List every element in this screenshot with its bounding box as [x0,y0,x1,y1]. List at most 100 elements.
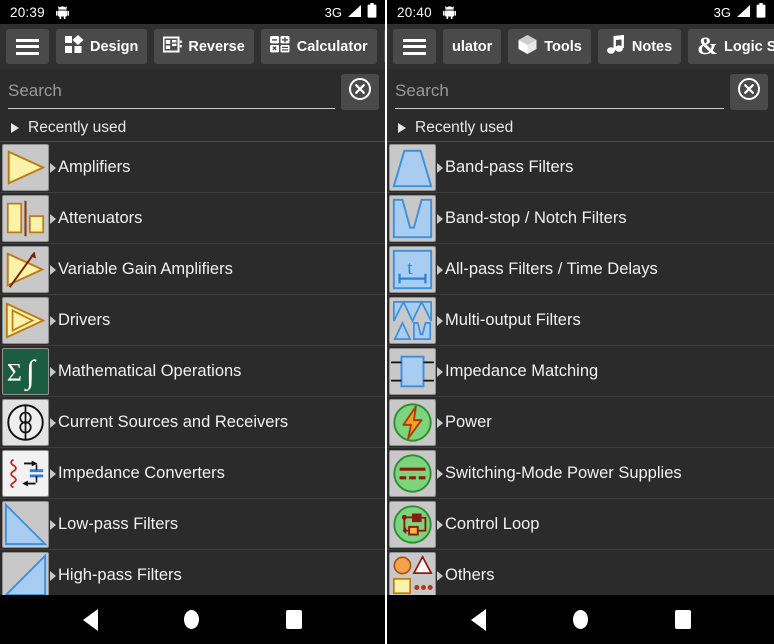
list-item[interactable]: Power [387,397,774,448]
list-item-icon-wrap: Σ ∫ [0,346,56,397]
list-item-icon-wrap [0,244,56,295]
category-list-left[interactable]: Amplifiers Attenuators Variable Gain Amp… [0,142,385,595]
list-item[interactable]: Attenuators [0,193,385,244]
signal-icon [347,4,362,21]
ampersand-icon: & [697,33,718,60]
clear-circle-x-icon [348,77,372,106]
toolbar-button-logic-solver[interactable]: & Logic Solver [688,29,774,64]
list-item[interactable]: Band-stop / Notch Filters [387,193,774,244]
search-row: Search [0,69,385,114]
search-input[interactable]: Search [8,75,335,109]
search-input[interactable]: Search [395,75,724,109]
list-item-nub [437,315,443,326]
dual-screenshot-container: 20:39 3G Design Reverse Calculator Searc… [0,0,774,644]
list-item-nub [50,570,56,581]
design-blocks-icon [65,35,84,58]
list-item-icon-wrap [0,397,56,448]
list-item-nub [437,213,443,224]
list-item[interactable]: Σ ∫ Mathematical Operations [0,346,385,397]
list-item-label: All-pass Filters / Time Delays [445,259,658,278]
list-item-icon-wrap [387,448,443,499]
list-item-nub [50,315,56,326]
network-type-label: 3G [713,4,731,20]
signal-icon [736,4,751,21]
list-item[interactable]: Impedance Converters [0,448,385,499]
list-item-label: Current Sources and Receivers [58,412,289,431]
toolbar-button-tools[interactable] [383,29,385,64]
list-item[interactable]: Multi-output Filters [387,295,774,346]
list-item-label: Switching-Mode Power Supplies [445,463,682,482]
toolbar-button-design[interactable]: Design [56,29,148,64]
list-item-icon-wrap [0,295,56,346]
android-nav-bar [0,595,385,644]
list-item-label: Amplifiers [58,157,131,176]
hamburger-menu-button[interactable] [6,29,49,64]
toolbar-button-calculator-partial[interactable]: ulator [443,29,502,64]
search-clear-button[interactable] [730,73,768,110]
list-item-nub [437,417,443,428]
list-item-nub [50,468,56,479]
list-item-icon-wrap [387,193,443,244]
recently-used-label: Recently used [28,118,127,136]
svg-text:∫: ∫ [24,354,37,391]
list-item[interactable]: Band-pass Filters [387,142,774,193]
list-item-icon-wrap [0,142,56,193]
list-item[interactable]: t All-pass Filters / Time Delays [387,244,774,295]
toolbar-button-tools-label: Tools [544,38,582,55]
recents-nav-icon[interactable] [285,610,302,629]
power-bolt-icon [389,398,436,446]
recently-used-section-header[interactable]: Recently used [0,114,385,142]
list-item[interactable]: Others [387,550,774,595]
list-item-label: High-pass Filters [58,565,182,584]
toolbar-button-calculator[interactable]: Calculator [260,29,377,64]
band-stop-filter-icon [389,194,436,242]
hamburger-menu-button[interactable] [393,29,436,64]
list-item[interactable]: Switching-Mode Power Supplies [387,448,774,499]
toolbar-button-reverse-label: Reverse [188,38,245,55]
list-item-nub [437,570,443,581]
driver-triangle-icon [2,296,49,344]
home-nav-icon[interactable] [184,610,200,629]
recents-nav-icon[interactable] [674,610,691,629]
list-item[interactable]: Drivers [0,295,385,346]
list-item-label: Variable Gain Amplifiers [58,259,233,278]
list-item-nub [50,162,56,173]
android-debug-icon [55,5,69,19]
list-item-label: Band-pass Filters [445,157,574,176]
amplifier-triangle-icon [2,143,49,191]
list-item-nub [437,264,443,275]
list-item-nub [50,519,56,530]
toolbar-button-notes-label: Notes [631,38,673,55]
list-item[interactable]: Low-pass Filters [0,499,385,550]
list-item-icon-wrap [387,499,443,550]
reverse-table-icon [162,35,183,58]
list-item[interactable]: Current Sources and Receivers [0,397,385,448]
toolbar-button-reverse[interactable]: Reverse [154,29,254,64]
high-pass-filter-icon [2,551,49,595]
toolbar-button-tools[interactable]: Tools [508,29,591,64]
list-item[interactable]: Control Loop [387,499,774,550]
recently-used-section-header[interactable]: Recently used [387,114,774,142]
search-clear-button[interactable] [341,73,379,110]
list-item-label: Low-pass Filters [58,514,179,533]
toolbar-button-notes[interactable]: Notes [597,29,682,64]
list-item-icon-wrap [0,499,56,550]
category-list-right[interactable]: Band-pass Filters Band-stop / Notch Filt… [387,142,774,595]
list-item-nub [437,468,443,479]
back-nav-icon[interactable] [470,608,486,631]
recently-used-label: Recently used [415,118,514,136]
list-item[interactable]: Variable Gain Amplifiers [0,244,385,295]
home-nav-icon[interactable] [572,610,588,629]
all-pass-filter-icon: t [389,245,436,293]
toolbar-button-design-label: Design [90,38,139,55]
list-item[interactable]: High-pass Filters [0,550,385,595]
impedance-converter-icon [2,449,49,497]
list-item-label: Control Loop [445,514,540,533]
back-nav-icon[interactable] [83,608,99,631]
list-item[interactable]: Impedance Matching [387,346,774,397]
others-shapes-icon [389,551,436,595]
hamburger-menu-icon [403,38,426,55]
low-pass-filter-icon [2,500,49,548]
multi-output-filter-icon [389,296,436,344]
list-item[interactable]: Amplifiers [0,142,385,193]
